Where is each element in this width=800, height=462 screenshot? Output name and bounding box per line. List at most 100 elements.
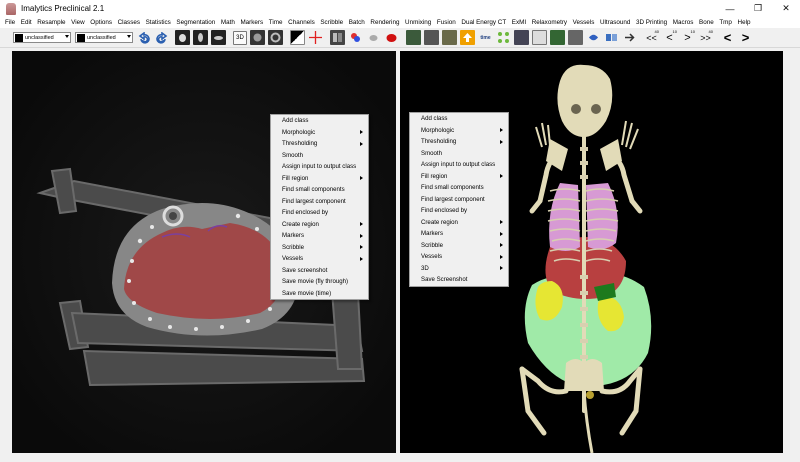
menu-channels[interactable]: Channels	[288, 19, 315, 26]
menu-item-assign-input-to-output-class[interactable]: Assign input to output class	[271, 161, 368, 173]
menu-item-label: Scribble	[282, 243, 305, 251]
menu-relaxometry[interactable]: Relaxometry	[532, 19, 567, 26]
mouse-side-icon[interactable]	[211, 30, 226, 45]
menu-item-create-region[interactable]: Create region	[410, 217, 508, 229]
menu-item-morphologic[interactable]: Morphologic	[271, 127, 368, 139]
menu-item-find-largest-component[interactable]: Find largest component	[271, 196, 368, 208]
menu-resample[interactable]: Resample	[37, 19, 65, 26]
menu-tmp[interactable]: Tmp	[719, 19, 732, 26]
export-arrow-icon[interactable]	[460, 30, 475, 45]
menu-options[interactable]: Options	[90, 19, 112, 26]
menu-edit[interactable]: Edit	[21, 19, 32, 26]
menu-math[interactable]: Math	[221, 19, 235, 26]
menu-dual-energy-ct[interactable]: Dual Energy CT	[461, 19, 506, 26]
frame-icon[interactable]	[532, 30, 547, 45]
ring-render-icon[interactable]	[268, 30, 283, 45]
histogram-icon[interactable]	[424, 30, 439, 45]
menu-item-find-enclosed-by[interactable]: Find enclosed by	[271, 207, 368, 219]
menu-help[interactable]: Help	[738, 19, 751, 26]
menu-item-vessels[interactable]: Vessels	[271, 253, 368, 265]
menu-statistics[interactable]: Statistics	[146, 19, 171, 26]
menu-item-find-small-components[interactable]: Find small components	[410, 182, 508, 194]
menu-item-markers[interactable]: Markers	[410, 228, 508, 240]
menu-item-save-screenshot[interactable]: Save Screenshot	[410, 274, 508, 286]
menu-batch[interactable]: Batch	[349, 19, 365, 26]
mouse-head-icon[interactable]	[175, 30, 190, 45]
menu-3d-printing[interactable]: 3D Printing	[636, 19, 667, 26]
layout-grid-icon[interactable]	[330, 30, 345, 45]
menu-item-scribble[interactable]: Scribble	[271, 242, 368, 254]
menu-item-thresholding[interactable]: Thresholding	[271, 138, 368, 150]
menu-fusion[interactable]: Fusion	[437, 19, 456, 26]
time-icon[interactable]: time	[478, 30, 493, 45]
menu-item-save-movie-time[interactable]: Save movie (time)	[271, 288, 368, 300]
menu-item-markers[interactable]: Markers	[271, 230, 368, 242]
ultrasound-icon[interactable]	[586, 30, 601, 45]
vessel-icon[interactable]	[514, 30, 529, 45]
input-class-select[interactable]: unclassified	[13, 32, 71, 43]
minimize-button[interactable]: —	[716, 0, 744, 17]
menu-item-fill-region[interactable]: Fill region	[271, 173, 368, 185]
menu-item-morphologic[interactable]: Morphologic	[410, 125, 508, 137]
menu-view[interactable]: View	[71, 19, 85, 26]
submenu-arrow-icon	[500, 231, 503, 236]
texture-icon[interactable]	[442, 30, 457, 45]
tissue-map-icon[interactable]	[406, 30, 421, 45]
contrast-icon[interactable]	[290, 30, 305, 45]
undo-button[interactable]	[137, 31, 151, 45]
menu-bone[interactable]: Bone	[699, 19, 714, 26]
menu-markers[interactable]: Markers	[240, 19, 263, 26]
menu-item-save-movie-fly-through[interactable]: Save movie (fly through)	[271, 276, 368, 288]
menu-scribble[interactable]: Scribble	[320, 19, 343, 26]
grey-blob-icon[interactable]	[366, 30, 381, 45]
menu-vessels[interactable]: Vessels	[573, 19, 595, 26]
last-frame-button[interactable]: >	[738, 30, 753, 45]
menu-item-find-small-components[interactable]: Find small components	[271, 184, 368, 196]
forward-40-button[interactable]: >> 40	[698, 29, 713, 45]
forward-10-button[interactable]: >10	[680, 29, 695, 45]
mouse-body-icon[interactable]	[193, 30, 208, 45]
red-blob-icon[interactable]	[384, 30, 399, 45]
menu-item-find-enclosed-by[interactable]: Find enclosed by	[410, 205, 508, 217]
menu-item-save-screenshot[interactable]: Save screenshot	[271, 265, 368, 277]
split-view-icon[interactable]	[604, 30, 619, 45]
menu-ultrasound[interactable]: Ultrasound	[600, 19, 630, 26]
output-class-select[interactable]: unclassified	[75, 32, 133, 43]
bone-icon[interactable]	[568, 30, 583, 45]
menu-classes[interactable]: Classes	[118, 19, 140, 26]
menu-item-thresholding[interactable]: Thresholding	[410, 136, 508, 148]
menu-item-find-largest-component[interactable]: Find largest component	[410, 194, 508, 206]
menu-item-create-region[interactable]: Create region	[271, 219, 368, 231]
arrow-right-icon[interactable]	[622, 30, 637, 45]
back-40-button[interactable]: << 40	[644, 29, 659, 45]
menu-file[interactable]: File	[5, 19, 15, 26]
menu-time[interactable]: Time	[269, 19, 283, 26]
menu-item-scribble[interactable]: Scribble	[410, 240, 508, 252]
menu-item-assign-input-to-output-class[interactable]: Assign input to output class	[410, 159, 508, 171]
close-button[interactable]: ✕	[772, 0, 800, 17]
menu-segmentation[interactable]: Segmentation	[176, 19, 215, 26]
sphere-render-icon[interactable]	[250, 30, 265, 45]
lung-icon[interactable]	[550, 30, 565, 45]
menu-rendering[interactable]: Rendering	[370, 19, 399, 26]
tree-network-icon[interactable]	[496, 30, 511, 45]
menu-macros[interactable]: Macros	[673, 19, 694, 26]
menu-unmixing[interactable]: Unmixing	[405, 19, 431, 26]
menu-item-smooth[interactable]: Smooth	[410, 148, 508, 160]
first-frame-button[interactable]: <	[720, 30, 735, 45]
context-menu-right: Add class Morphologic Thresholding Smooth As…	[409, 112, 509, 287]
menu-exmi[interactable]: ExMI	[512, 19, 526, 26]
menu-item-fill-region[interactable]: Fill region	[410, 171, 508, 183]
submenu-arrow-icon	[500, 266, 503, 270]
restore-button[interactable]: ❐	[744, 0, 772, 17]
menu-item-add-class[interactable]: Add class	[271, 115, 368, 127]
redo-button[interactable]	[154, 31, 168, 45]
back-10-button[interactable]: <10	[662, 29, 677, 45]
view-3d-button[interactable]: 3D	[233, 30, 247, 45]
menu-item-vessels[interactable]: Vessels	[410, 251, 508, 263]
crosshair-button[interactable]	[308, 30, 323, 45]
menu-item-3d[interactable]: 3D	[410, 263, 508, 275]
menu-item-smooth[interactable]: Smooth	[271, 150, 368, 162]
menu-item-add-class[interactable]: Add class	[410, 113, 508, 125]
color-blend-icon[interactable]	[348, 30, 363, 45]
